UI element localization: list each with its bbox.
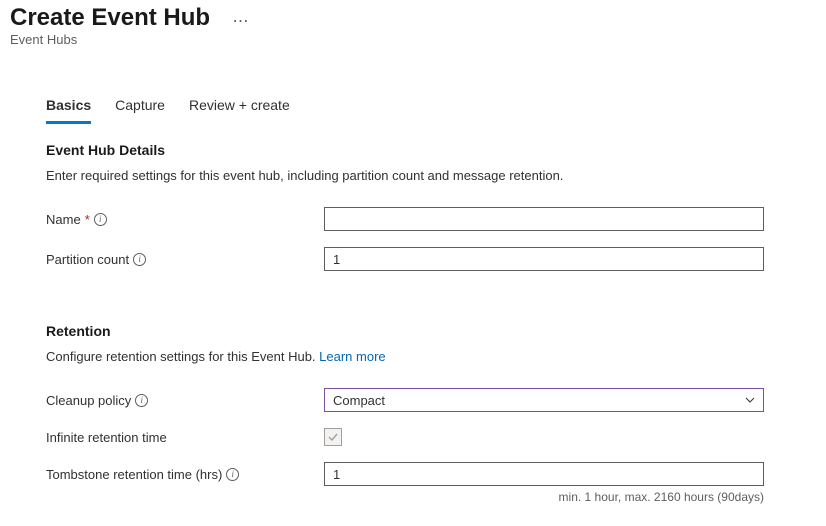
infinite-retention-label-text: Infinite retention time xyxy=(46,430,167,445)
info-icon[interactable]: i xyxy=(133,253,146,266)
infinite-retention-checkbox xyxy=(324,428,342,446)
section-heading-details: Event Hub Details xyxy=(46,142,796,158)
name-input[interactable] xyxy=(324,207,764,231)
info-icon[interactable]: i xyxy=(226,468,239,481)
info-icon[interactable]: i xyxy=(135,394,148,407)
name-label-text: Name xyxy=(46,212,81,227)
section-desc-retention: Configure retention settings for this Ev… xyxy=(46,349,796,364)
tombstone-retention-label: Tombstone retention time (hrs) i xyxy=(46,467,324,482)
tab-review-create[interactable]: Review + create xyxy=(189,97,290,124)
required-asterisk: * xyxy=(85,212,90,227)
info-icon[interactable]: i xyxy=(94,213,107,226)
tab-basics[interactable]: Basics xyxy=(46,97,91,124)
retention-desc-text: Configure retention settings for this Ev… xyxy=(46,349,319,364)
tabs: Basics Capture Review + create xyxy=(10,97,826,124)
tombstone-retention-input[interactable] xyxy=(324,462,764,486)
partition-count-label-text: Partition count xyxy=(46,252,129,267)
partition-count-label: Partition count i xyxy=(46,252,324,267)
page-title: Create Event Hub xyxy=(10,4,210,32)
infinite-retention-label: Infinite retention time xyxy=(46,430,324,445)
name-label: Name * i xyxy=(46,212,324,227)
cleanup-policy-label-text: Cleanup policy xyxy=(46,393,131,408)
cleanup-policy-value: Compact xyxy=(333,393,385,408)
checkmark-icon xyxy=(327,431,339,443)
tombstone-retention-hint: min. 1 hour, max. 2160 hours (90days) xyxy=(324,490,764,504)
section-desc-details: Enter required settings for this event h… xyxy=(46,168,796,183)
learn-more-link[interactable]: Learn more xyxy=(319,349,385,364)
breadcrumb: Event Hubs xyxy=(10,32,826,47)
cleanup-policy-select[interactable]: Compact xyxy=(324,388,764,412)
tombstone-retention-label-text: Tombstone retention time (hrs) xyxy=(46,467,222,482)
more-options-icon[interactable]: ⋯ xyxy=(233,11,249,31)
partition-count-input[interactable] xyxy=(324,247,764,271)
cleanup-policy-label: Cleanup policy i xyxy=(46,393,324,408)
tab-capture[interactable]: Capture xyxy=(115,97,165,124)
section-heading-retention: Retention xyxy=(46,323,796,339)
